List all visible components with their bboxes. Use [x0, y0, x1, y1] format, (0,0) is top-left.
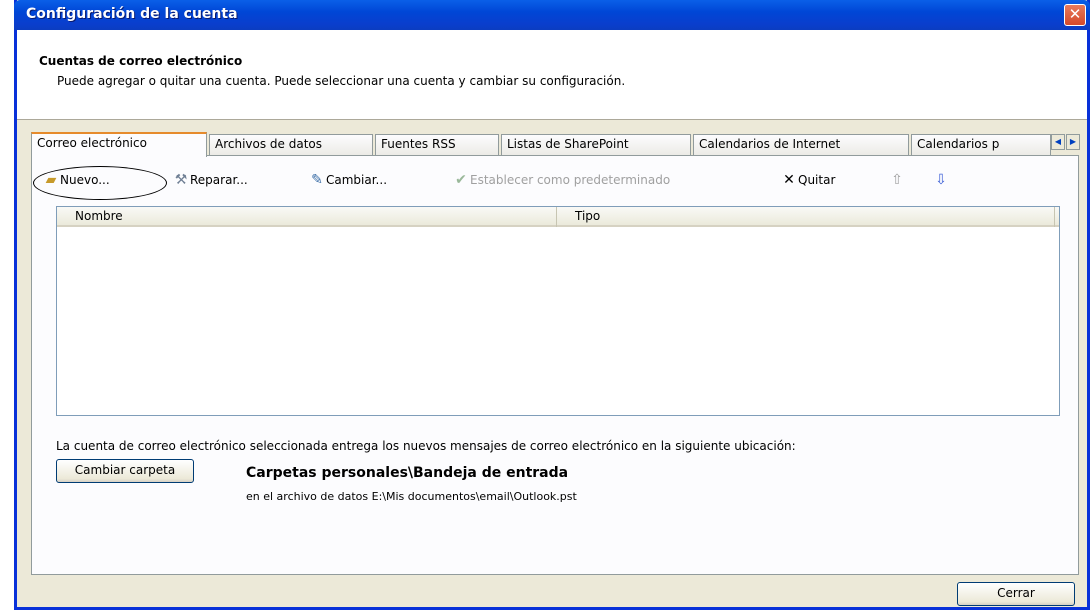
- move-down-button[interactable]: ⇩: [932, 170, 950, 190]
- tab-sharepoint-lists[interactable]: Listas de SharePoint: [501, 134, 691, 155]
- remove-button[interactable]: ✕ Quitar: [780, 170, 835, 190]
- table-header: Nombre Tipo: [57, 207, 1059, 227]
- tab-strip: Correo electrónico Archivos de datos Fue…: [31, 132, 1081, 157]
- change-icon: ✎: [311, 172, 323, 188]
- tab-published-calendars[interactable]: Calendarios p: [911, 134, 1051, 155]
- set-default-button-label: Establecer como predeterminado: [470, 173, 671, 187]
- tab-scroll-left-icon[interactable]: ◀: [1051, 134, 1065, 150]
- tab-data-files[interactable]: Archivos de datos: [209, 134, 373, 155]
- change-button-label: Cambiar...: [326, 173, 388, 187]
- tab-internet-calendars[interactable]: Calendarios de Internet: [693, 134, 909, 155]
- tab-email[interactable]: Correo electrónico: [31, 132, 207, 157]
- set-default-button[interactable]: ✔ Establecer como predeterminado: [452, 170, 670, 190]
- window-title: Configuración de la cuenta: [26, 6, 238, 22]
- repair-button[interactable]: ⚒ Reparar...: [172, 170, 248, 190]
- repair-icon: ⚒: [174, 172, 188, 188]
- remove-button-label: Quitar: [798, 173, 836, 187]
- section-title: Cuentas de correo electrónico: [39, 54, 243, 68]
- accounts-table[interactable]: Nombre Tipo: [56, 206, 1060, 416]
- close-window-button[interactable]: ✕: [1064, 4, 1086, 26]
- move-up-button[interactable]: ⇧: [888, 170, 906, 190]
- arrow-down-icon: ⇩: [935, 172, 947, 188]
- arrow-up-icon: ⇧: [891, 172, 903, 188]
- change-button[interactable]: ✎ Cambiar...: [308, 170, 387, 190]
- set-default-icon: ✔: [455, 172, 467, 188]
- tab-rss-feeds[interactable]: Fuentes RSS: [375, 134, 499, 155]
- new-button-label: Nuevo...: [60, 173, 110, 187]
- column-header-type[interactable]: Tipo: [557, 207, 1055, 227]
- close-button[interactable]: Cerrar: [957, 582, 1075, 606]
- tab-scroll-right-icon[interactable]: ▶: [1066, 134, 1080, 150]
- repair-button-label: Reparar...: [190, 173, 248, 187]
- new-account-icon: ▰: [45, 172, 57, 188]
- data-file-path: en el archivo de datos E:\Mis documentos…: [246, 490, 577, 503]
- section-description: Puede agregar o quitar una cuenta. Puede…: [57, 74, 626, 88]
- email-tab-panel: ▰ Nuevo... ⚒ Reparar... ✎ Cambiar... ✔ Estab…: [31, 155, 1079, 575]
- delivery-folder-path: Carpetas personales\Bandeja de entrada: [246, 465, 569, 481]
- column-header-name[interactable]: Nombre: [57, 207, 557, 227]
- account-settings-window: Configuración de la cuenta ✕ Cuentas de …: [14, 0, 1090, 610]
- new-button[interactable]: ▰ Nuevo...: [42, 170, 110, 190]
- title-bar[interactable]: Configuración de la cuenta ✕: [14, 0, 1090, 30]
- remove-icon: ✕: [783, 172, 795, 188]
- header-panel: Cuentas de correo electrónico Puede agre…: [17, 30, 1087, 120]
- delivery-location-text: La cuenta de correo electrónico seleccio…: [56, 439, 796, 453]
- change-folder-button[interactable]: Cambiar carpeta: [56, 459, 194, 483]
